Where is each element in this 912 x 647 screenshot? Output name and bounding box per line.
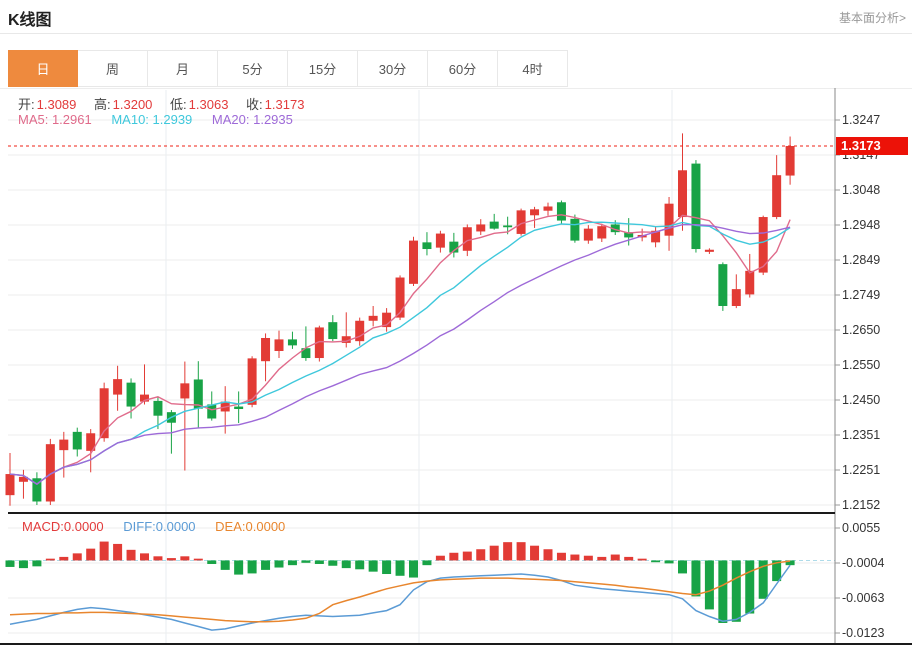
svg-text:-0.0123: -0.0123 bbox=[842, 626, 884, 640]
high-value: 1.3200 bbox=[113, 97, 153, 112]
ma20-legend: MA20: 1.2935 bbox=[212, 112, 293, 127]
svg-text:1.3247: 1.3247 bbox=[842, 113, 880, 127]
macd-legend: MACD:0.0000 DIFF:0.0000 DEA:0.0000 bbox=[22, 519, 301, 534]
svg-text:1.2351: 1.2351 bbox=[842, 428, 880, 442]
svg-text:1.2550: 1.2550 bbox=[842, 358, 880, 372]
open-value: 1.3089 bbox=[37, 97, 77, 112]
svg-text:-0.0004: -0.0004 bbox=[842, 556, 884, 570]
kline-widget: K线图 基本面分析> 日周月5分15分30分60分4时 1.32471.3147… bbox=[0, 0, 912, 647]
svg-text:1.3048: 1.3048 bbox=[842, 183, 880, 197]
low-value: 1.3063 bbox=[189, 97, 229, 112]
svg-text:1.2749: 1.2749 bbox=[842, 288, 880, 302]
close-label: 收: bbox=[246, 97, 263, 112]
diff-value-legend: DIFF:0.0000 bbox=[123, 519, 195, 534]
svg-text:1.2152: 1.2152 bbox=[842, 498, 880, 512]
macd-pane bbox=[6, 542, 836, 631]
svg-text:1.2251: 1.2251 bbox=[842, 463, 880, 477]
ma-lines bbox=[8, 146, 835, 484]
ma-legend: MA5: 1.2961 MA10: 1.2939 MA20: 1.2935 bbox=[18, 112, 309, 127]
svg-text:0.0055: 0.0055 bbox=[842, 521, 880, 535]
svg-text:1.2450: 1.2450 bbox=[842, 393, 880, 407]
ma5-legend: MA5: 1.2961 bbox=[18, 112, 92, 127]
ma10-legend: MA10: 1.2939 bbox=[111, 112, 192, 127]
svg-text:-0.0063: -0.0063 bbox=[842, 591, 884, 605]
ohlc-legend: 开:1.3089 高:1.3200 低:1.3063 收:1.3173 bbox=[18, 94, 318, 113]
svg-text:1.2849: 1.2849 bbox=[842, 253, 880, 267]
svg-text:1.2650: 1.2650 bbox=[842, 323, 880, 337]
last-price-badge: 1.3173 bbox=[836, 137, 908, 155]
open-label: 开: bbox=[18, 97, 35, 112]
high-label: 高: bbox=[94, 97, 111, 112]
dea-value-legend: DEA:0.0000 bbox=[215, 519, 285, 534]
macd-value-legend: MACD:0.0000 bbox=[22, 519, 104, 534]
low-label: 低: bbox=[170, 97, 187, 112]
close-value: 1.3173 bbox=[265, 97, 305, 112]
candlestick-pane bbox=[6, 133, 795, 505]
svg-text:1.2948: 1.2948 bbox=[842, 218, 880, 232]
